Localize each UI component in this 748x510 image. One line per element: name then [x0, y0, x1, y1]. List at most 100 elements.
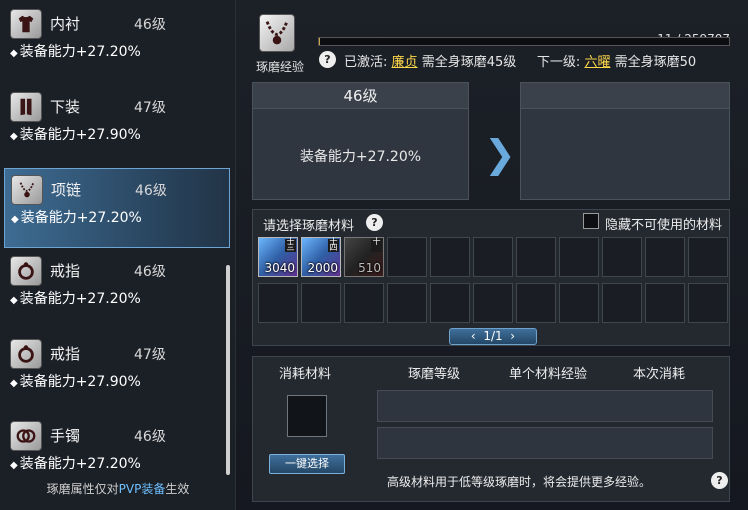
slot-level: 47级 — [134, 347, 166, 363]
necklace-icon — [11, 175, 43, 205]
material-help-icon[interactable]: ? — [366, 214, 383, 231]
consume-panel: 消耗材料 琢磨等级 单个材料经验 本次消耗 一键选择 高级材料用于低等级琢磨时，… — [252, 356, 730, 502]
polish-window: 内衬 46级 ◆ 装备能力+27.20% 下装 47级 ◆ 装备能力+27.90% 项链 46级 ◆… — [0, 0, 748, 510]
header-polish-level: 琢磨等级 — [408, 367, 461, 382]
material-cell[interactable] — [258, 283, 298, 323]
necklace-icon — [259, 14, 295, 52]
material-cell[interactable] — [688, 283, 728, 323]
pvp-note: 琢磨属性仅对PVP装备生效 — [0, 480, 236, 497]
slot-stat: ◆ 装备能力+27.20% — [11, 207, 142, 227]
material-cell[interactable] — [645, 237, 685, 277]
slot-name: 内衬 — [50, 15, 81, 33]
hide-unusable-checkbox[interactable] — [583, 213, 599, 229]
polish-exp-label: 琢磨经验 — [256, 60, 305, 74]
next-level-box — [520, 82, 730, 200]
slot-stat-text: 装备能力+27.20% — [20, 210, 142, 226]
material-cell[interactable] — [559, 283, 599, 323]
current-stat: 装备能力+27.20% — [299, 149, 422, 165]
active-requirement: 需全身琢磨45级 — [421, 55, 517, 70]
slot-level: 47级 — [134, 100, 166, 116]
material-item[interactable]: 十 510 — [344, 237, 384, 277]
item-count: 510 — [358, 261, 381, 275]
material-cell[interactable] — [430, 237, 470, 277]
pager: ‹ 1/1 › — [449, 328, 537, 345]
pvp-note-post: 生效 — [165, 482, 190, 496]
grade-tag: 十 — [371, 238, 382, 252]
material-cell[interactable] — [430, 283, 470, 323]
consume-row — [377, 390, 713, 422]
material-cell[interactable] — [301, 283, 341, 323]
page-indicator: 1/1 — [483, 329, 503, 343]
next-prefix: 下一级: — [536, 55, 581, 70]
consume-help-icon[interactable]: ? — [711, 472, 728, 489]
slot-stat: ◆ 装备能力+27.20% — [10, 41, 141, 61]
header-consume-material: 消耗材料 — [279, 367, 332, 382]
equipment-slot-0[interactable]: 内衬 46级 ◆ 装备能力+27.20% — [4, 3, 230, 83]
diamond-icon: ◆ — [10, 460, 18, 471]
arrow-right-icon: ❯ — [484, 132, 516, 176]
equipment-slot-1[interactable]: 下装 47级 ◆ 装备能力+27.90% — [4, 86, 230, 166]
next-level — [521, 83, 729, 109]
material-cell[interactable] — [387, 283, 427, 323]
diamond-icon: ◆ — [10, 295, 18, 306]
header-this-cost: 本次消耗 — [633, 367, 686, 382]
help-icon[interactable]: ? — [319, 51, 336, 68]
equipment-slot-2[interactable]: 项链 46级 ◆ 装备能力+27.20% — [4, 168, 230, 248]
header-unit-exp: 单个材料经验 — [509, 367, 588, 382]
slot-level: 46级 — [134, 17, 166, 33]
next-set-link[interactable]: 六曜 — [584, 55, 610, 70]
slot-name: 戒指 — [50, 345, 81, 363]
material-cell[interactable] — [387, 237, 427, 277]
pvp-note-pre: 琢磨属性仅对 — [46, 482, 119, 496]
diamond-icon: ◆ — [11, 214, 19, 225]
grade-tag: 十三 — [285, 237, 296, 252]
pants-icon — [10, 92, 42, 122]
material-cell[interactable] — [516, 237, 556, 277]
exp-progress-bar — [318, 37, 730, 46]
material-cell[interactable] — [516, 283, 556, 323]
material-cell[interactable] — [344, 283, 384, 323]
material-title: 请选择琢磨材料 — [263, 219, 355, 234]
active-prefix: 已激活: — [344, 55, 388, 70]
equipment-slot-3[interactable]: 戒指 46级 ◆ 装备能力+27.20% — [4, 250, 230, 330]
slot-stat-text: 装备能力+27.20% — [19, 291, 141, 307]
slot-name: 项链 — [51, 181, 82, 199]
slot-level: 46级 — [135, 183, 167, 199]
shirt-icon — [10, 9, 42, 39]
current-level: 46级 — [253, 83, 468, 109]
active-set-info: 已激活: 廉贞 需全身琢磨45级 下一级: 六曜 需全身琢磨50 — [344, 51, 696, 70]
slot-stat-text: 装备能力+27.90% — [19, 374, 141, 390]
material-item[interactable]: 十三 3040 — [258, 237, 298, 277]
next-requirement: 需全身琢磨50 — [614, 55, 697, 70]
current-level-box: 46级 装备能力+27.20% — [252, 82, 469, 200]
page-prev-icon[interactable]: ‹ — [471, 329, 476, 343]
grade-tag: 十四 — [328, 237, 339, 252]
diamond-icon: ◆ — [10, 48, 18, 59]
material-cell[interactable] — [473, 283, 513, 323]
slot-stat-text: 装备能力+27.20% — [19, 456, 141, 472]
slot-stat-text: 装备能力+27.90% — [19, 127, 141, 143]
slot-name: 下装 — [50, 98, 81, 116]
material-cell[interactable] — [602, 283, 642, 323]
ring-icon — [10, 256, 42, 286]
equipment-slot-4[interactable]: 戒指 47级 ◆ 装备能力+27.90% — [4, 333, 230, 413]
one-key-select-button[interactable]: 一键选择 — [269, 454, 345, 474]
page-next-icon[interactable]: › — [510, 329, 515, 343]
slot-stat: ◆ 装备能力+27.20% — [10, 453, 141, 473]
consume-material-slot[interactable] — [287, 395, 327, 437]
slot-name: 戒指 — [50, 262, 81, 280]
active-set-link[interactable]: 廉贞 — [392, 55, 418, 70]
material-cell[interactable] — [645, 283, 685, 323]
hide-unusable-label: 隐藏不可使用的材料 — [605, 218, 723, 233]
slot-stat: ◆ 装备能力+27.20% — [10, 288, 141, 308]
slot-stat-text: 装备能力+27.20% — [19, 44, 141, 60]
diamond-icon: ◆ — [10, 378, 18, 389]
item-count: 3040 — [264, 261, 295, 275]
item-count: 2000 — [307, 261, 338, 275]
material-cell[interactable] — [688, 237, 728, 277]
material-item[interactable]: 十四 2000 — [301, 237, 341, 277]
material-cell[interactable] — [473, 237, 513, 277]
material-cell[interactable] — [559, 237, 599, 277]
material-cell[interactable] — [602, 237, 642, 277]
scrollbar[interactable] — [226, 265, 230, 475]
